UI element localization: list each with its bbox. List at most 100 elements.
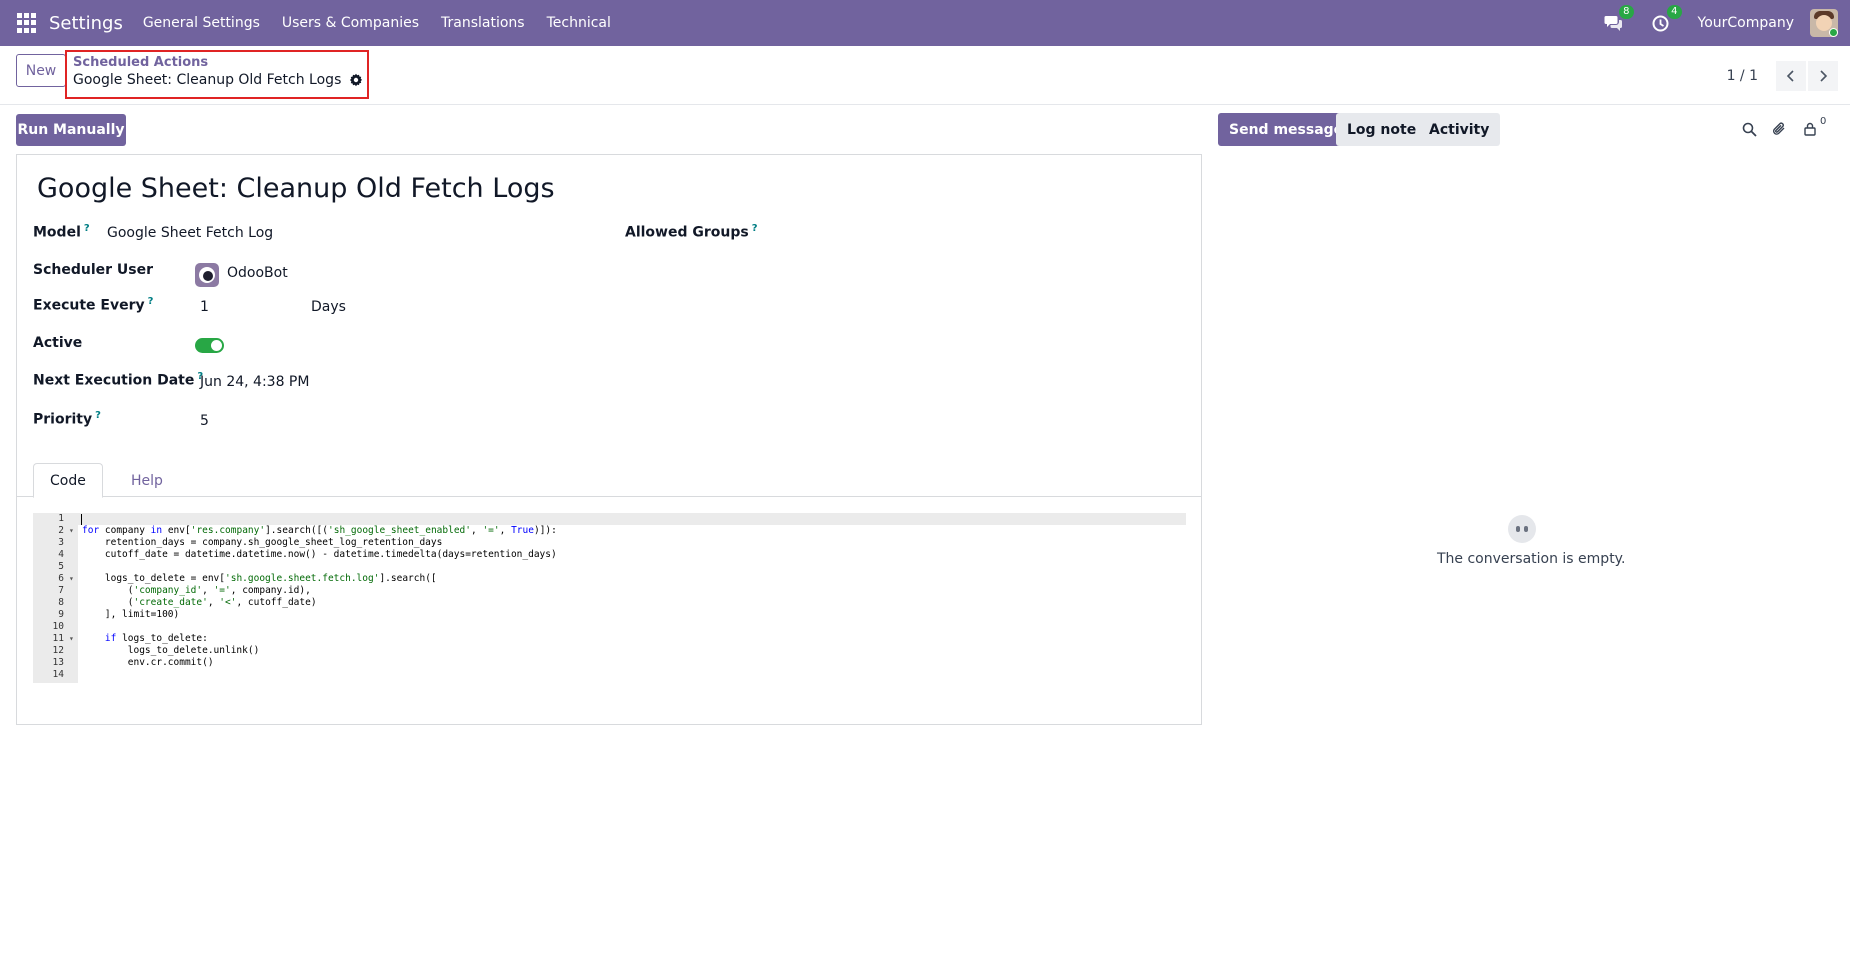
notebook-tabs: Code Help xyxy=(17,458,1201,498)
help-tooltip-icon[interactable]: ? xyxy=(752,223,758,234)
priority-label: Priority? xyxy=(33,410,101,428)
allowed-groups-label: Allowed Groups? xyxy=(625,223,758,241)
active-toggle[interactable] xyxy=(195,338,224,353)
line-number: 12 xyxy=(52,645,64,656)
search-icon xyxy=(1742,122,1757,137)
code-line[interactable]: 1 xyxy=(33,513,1186,525)
code-text: logs_to_delete = env['sh.google.sheet.fe… xyxy=(82,573,437,584)
fold-toggle-icon[interactable]: ▾ xyxy=(69,633,74,645)
systray: 8 4 YourCompany xyxy=(1602,0,1850,46)
chat-bubbles-icon xyxy=(1604,16,1622,31)
active-label: Active xyxy=(33,335,83,351)
line-number: 5 xyxy=(58,561,64,572)
scheduler-user-label: Scheduler User xyxy=(33,262,154,278)
messages-button[interactable]: 8 xyxy=(1602,5,1634,34)
help-tooltip-icon[interactable]: ? xyxy=(148,296,154,307)
help-tooltip-icon[interactable]: ? xyxy=(84,223,90,234)
app-title[interactable]: Settings xyxy=(49,13,123,34)
next-execution-label-text: Next Execution Date xyxy=(33,372,195,389)
search-messages-button[interactable] xyxy=(1739,119,1759,139)
code-line[interactable]: 12 logs_to_delete.unlink() xyxy=(33,645,1186,657)
line-number: 11 xyxy=(52,633,64,644)
code-line[interactable]: 6 ▾ logs_to_delete = env['sh.google.sheet… xyxy=(33,573,1186,585)
code-line[interactable]: 2 ▾ for company in env['res.company'].sear… xyxy=(33,525,1186,537)
pager-next-button[interactable] xyxy=(1808,60,1838,91)
model-label-text: Model xyxy=(33,224,81,241)
chevron-left-icon xyxy=(1786,69,1794,82)
line-number: 9 xyxy=(58,609,64,620)
code-line[interactable]: 11 ▾ if logs_to_delete: xyxy=(33,633,1186,645)
activity-button[interactable]: Activity xyxy=(1418,113,1501,146)
followers-button[interactable] xyxy=(1800,119,1820,139)
code-line[interactable]: 5 xyxy=(33,561,1186,573)
online-status-dot xyxy=(1829,28,1838,37)
send-message-button[interactable]: Send message xyxy=(1218,113,1355,146)
code-line[interactable]: 8 ('create_date', '<', cutoff_date) xyxy=(33,597,1186,609)
code-line[interactable]: 14 xyxy=(33,669,1186,681)
code-text: ('company_id', '=', company.id), xyxy=(82,585,311,596)
line-number: 2 xyxy=(58,525,64,536)
paperclip-icon xyxy=(1772,122,1784,135)
next-execution-date-field[interactable]: Jun 24, 4:38 PM xyxy=(200,374,309,390)
next-execution-label: Next Execution Date? xyxy=(33,371,203,389)
breadcrumb-current-label: Google Sheet: Cleanup Old Fetch Logs xyxy=(73,72,342,88)
code-text: env.cr.commit() xyxy=(82,657,214,668)
lock-icon xyxy=(1804,122,1816,136)
log-note-button[interactable]: Log note xyxy=(1336,113,1428,146)
code-text: logs_to_delete.unlink() xyxy=(82,645,260,656)
fold-toggle-icon[interactable]: ▾ xyxy=(69,525,74,537)
menu-general-settings[interactable]: General Settings xyxy=(143,15,260,31)
pager-value[interactable]: 1 / 1 xyxy=(1727,68,1758,84)
scheduler-user-field[interactable]: OdooBot xyxy=(227,265,288,281)
line-number: 4 xyxy=(58,549,64,560)
help-tooltip-icon[interactable]: ? xyxy=(95,410,101,421)
tab-help[interactable]: Help xyxy=(115,463,179,498)
new-button[interactable]: New xyxy=(16,54,66,87)
empty-conversation-text: The conversation is empty. xyxy=(1437,551,1626,567)
line-number: 8 xyxy=(58,597,64,608)
form-sheet: Google Sheet: Cleanup Old Fetch Logs Mod… xyxy=(16,154,1202,725)
model-field[interactable]: Google Sheet Fetch Log xyxy=(107,225,273,241)
code-text: ], limit=100) xyxy=(82,609,180,620)
code-line[interactable]: 3 retention_days = company.sh_google_she… xyxy=(33,537,1186,549)
apps-menu-icon[interactable] xyxy=(17,13,37,33)
model-label: Model? xyxy=(33,223,90,241)
breadcrumb-current: Google Sheet: Cleanup Old Fetch Logs xyxy=(73,72,363,88)
code-text: cutoff_date = datetime.datetime.now() - … xyxy=(82,549,557,560)
activities-badge: 4 xyxy=(1667,5,1682,19)
code-editor[interactable]: 1 2 ▾ for company in env['res.company'].sea… xyxy=(33,513,1186,683)
code-line[interactable]: 13 env.cr.commit() xyxy=(33,657,1186,669)
allowed-groups-field[interactable] xyxy=(777,221,1177,243)
menu-technical[interactable]: Technical xyxy=(547,15,611,31)
tab-code[interactable]: Code xyxy=(33,463,103,498)
priority-field[interactable]: 5 xyxy=(200,413,209,429)
activities-button[interactable]: 4 xyxy=(1650,5,1682,34)
code-line[interactable]: 7 ('company_id', '=', company.id), xyxy=(33,585,1186,597)
attachments-button[interactable] xyxy=(1769,119,1789,139)
execute-every-label-text: Execute Every xyxy=(33,297,145,314)
fold-toggle-icon[interactable]: ▾ xyxy=(69,573,74,585)
odoobot-avatar xyxy=(195,263,219,287)
menu-users-companies[interactable]: Users & Companies xyxy=(282,15,419,31)
gear-icon[interactable] xyxy=(349,73,363,87)
interval-number-field[interactable]: 1 xyxy=(200,299,209,315)
code-line[interactable]: 10 xyxy=(33,621,1186,633)
record-name-field[interactable]: Google Sheet: Cleanup Old Fetch Logs xyxy=(37,173,555,204)
pager-previous-button[interactable] xyxy=(1776,60,1806,91)
user-avatar[interactable] xyxy=(1810,9,1838,37)
interval-type-select[interactable]: Days xyxy=(311,299,346,315)
code-text: ('create_date', '<', cutoff_date) xyxy=(82,597,317,608)
control-panel: New Scheduled Actions Google Sheet: Clea… xyxy=(0,46,1850,105)
line-number: 3 xyxy=(58,537,64,548)
breadcrumb-parent-link[interactable]: Scheduled Actions xyxy=(73,55,208,70)
breadcrumb: Scheduled Actions Google Sheet: Cleanup … xyxy=(65,50,369,99)
company-switcher[interactable]: YourCompany xyxy=(1698,15,1795,31)
menu-translations[interactable]: Translations xyxy=(441,15,525,31)
text-cursor xyxy=(81,514,82,525)
code-line[interactable]: 4 cutoff_date = datetime.datetime.now() … xyxy=(33,549,1186,561)
priority-label-text: Priority xyxy=(33,411,93,428)
run-manually-button[interactable]: Run Manually xyxy=(16,114,126,146)
code-line[interactable]: 9 ], limit=100) xyxy=(33,609,1186,621)
line-number: 13 xyxy=(52,657,64,668)
line-number: 14 xyxy=(52,669,64,680)
